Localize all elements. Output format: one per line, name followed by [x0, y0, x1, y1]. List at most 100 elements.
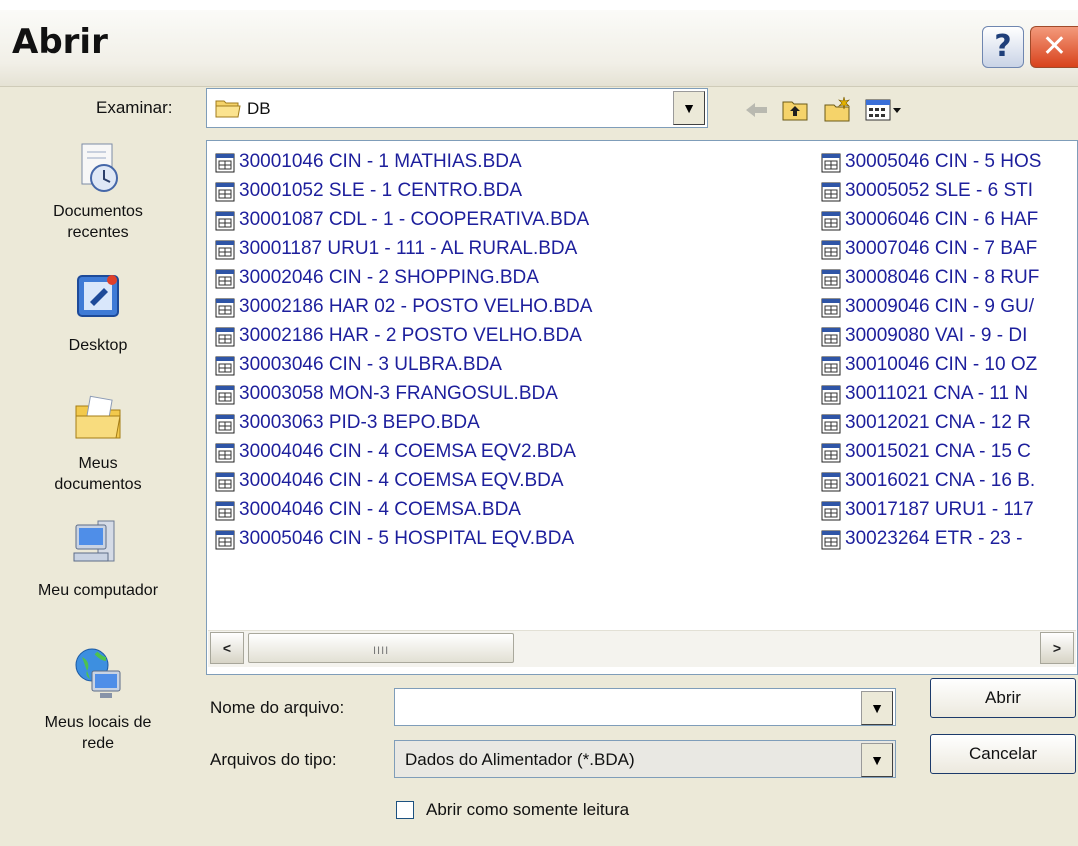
file-item[interactable]: 30003058 MON-3 FRANGOSUL.BDA	[207, 381, 807, 410]
bda-file-icon	[821, 240, 841, 265]
view-menu-icon[interactable]	[864, 96, 904, 124]
file-name: 30010046 CIN - 10 OZ	[845, 354, 1038, 375]
bda-file-icon	[821, 327, 841, 352]
place-label: Meu computador	[37, 582, 159, 599]
place-recent-documents[interactable]: Documentos recentes	[0, 140, 196, 243]
file-name: 30003046 CIN - 3 ULBRA.BDA	[239, 354, 502, 375]
place-my-documents[interactable]: Meus documentos	[0, 390, 196, 495]
filename-input[interactable]: ▼	[394, 688, 896, 726]
filetype-label: Arquivos do tipo:	[210, 750, 337, 769]
file-name: 30002186 HAR - 2 POSTO VELHO.BDA	[239, 325, 582, 346]
lookin-dropdown-button[interactable]: ▼	[673, 91, 705, 125]
bda-file-icon	[821, 356, 841, 381]
bda-file-icon	[821, 414, 841, 439]
bda-file-icon	[215, 211, 235, 236]
file-name: 30006046 CIN - 6 HAF	[845, 209, 1039, 230]
file-name: 30003063 PID-3 BEPO.BDA	[239, 412, 480, 433]
file-item[interactable]: 30002046 CIN - 2 SHOPPING.BDA	[207, 265, 807, 294]
file-item[interactable]: 30004046 CIN - 4 COEMSA EQV2.BDA	[207, 439, 807, 468]
file-item[interactable]: 30023264 ETR - 23 -	[813, 526, 1077, 555]
scroll-thumb[interactable]: IIII	[248, 633, 514, 663]
dialog-title: Abrir	[12, 22, 108, 62]
file-list[interactable]: 30001046 CIN - 1 MATHIAS.BDA 30001052 SLE…	[206, 140, 1078, 675]
file-item[interactable]: 30012021 CNA - 12 R	[813, 410, 1077, 439]
file-item[interactable]: 30006046 CIN - 6 HAF	[813, 207, 1077, 236]
readonly-label: Abrir como somente leitura	[426, 800, 630, 819]
help-button[interactable]: ?	[982, 26, 1024, 68]
bda-file-icon	[821, 211, 841, 236]
file-name: 30017187 URU1 - 117	[845, 499, 1034, 520]
file-item[interactable]: 30001087 CDL - 1 - COOPERATIVA.BDA	[207, 207, 807, 236]
scroll-right-button[interactable]: >	[1040, 632, 1074, 664]
filetype-dropdown-button[interactable]: ▼	[861, 743, 893, 777]
open-dialog: Abrir ? ✕ Examinar: DB ▼ Documentos rece…	[0, 10, 1078, 846]
file-item[interactable]: 30015021 CNA - 15 C	[813, 439, 1077, 468]
file-item[interactable]: 30001187 URU1 - 111 - AL RURAL.BDA	[207, 236, 807, 265]
place-label: Documentos	[53, 203, 143, 220]
scroll-left-button[interactable]: <	[210, 632, 244, 664]
file-name: 30005052 SLE - 6 STI	[845, 180, 1034, 201]
place-label: Desktop	[68, 337, 128, 354]
filetype-select[interactable]: Dados do Alimentador (*.BDA) ▼	[394, 740, 896, 778]
up-folder-icon[interactable]	[780, 96, 810, 124]
readonly-checkbox[interactable]	[396, 801, 414, 819]
file-name: 30001087 CDL - 1 - COOPERATIVA.BDA	[239, 209, 590, 230]
open-button[interactable]: Abrir	[930, 678, 1076, 718]
filename-dropdown-button[interactable]: ▼	[861, 691, 893, 725]
file-column-1: 30001046 CIN - 1 MATHIAS.BDA 30001052 SLE…	[207, 149, 807, 555]
bda-file-icon	[215, 153, 235, 178]
bda-file-icon	[821, 501, 841, 526]
scroll-grip: IIII	[373, 645, 390, 657]
lookin-combo[interactable]: DB ▼	[206, 88, 708, 128]
desktop-icon	[0, 270, 196, 331]
file-item[interactable]: 30016021 CNA - 16 B.	[813, 468, 1077, 497]
file-item[interactable]: 30004046 CIN - 4 COEMSA.BDA	[207, 497, 807, 526]
file-name: 30008046 CIN - 8 RUF	[845, 267, 1040, 288]
file-item[interactable]: 30011021 CNA - 11 N	[813, 381, 1077, 410]
file-name: 30009046 CIN - 9 GU/	[845, 296, 1035, 317]
place-label: Meus	[78, 455, 118, 472]
back-arrow-icon[interactable]	[742, 96, 772, 124]
file-name: 30016021 CNA - 16 B.	[845, 470, 1036, 491]
file-name: 30004046 CIN - 4 COEMSA.BDA	[239, 499, 521, 520]
lookin-label: Examinar:	[96, 98, 173, 117]
file-item[interactable]: 30009046 CIN - 9 GU/	[813, 294, 1077, 323]
file-item[interactable]: 30005046 CIN - 5 HOSPITAL EQV.BDA	[207, 526, 807, 555]
file-name: 30009080 VAI - 9 - DI	[845, 325, 1028, 346]
file-item[interactable]: 30004046 CIN - 4 COEMSA EQV.BDA	[207, 468, 807, 497]
place-desktop[interactable]: Desktop	[0, 270, 196, 356]
bda-file-icon	[215, 472, 235, 497]
file-item[interactable]: 30001052 SLE - 1 CENTRO.BDA	[207, 178, 807, 207]
file-name: 30023264 ETR - 23 -	[845, 528, 1023, 549]
file-item[interactable]: 30005052 SLE - 6 STI	[813, 178, 1077, 207]
file-name: 30012021 CNA - 12 R	[845, 412, 1031, 433]
place-my-computer[interactable]: Meu computador	[0, 515, 196, 601]
horizontal-scrollbar[interactable]: < IIII >	[208, 630, 1076, 667]
file-item[interactable]: 30017187 URU1 - 117	[813, 497, 1077, 526]
file-item[interactable]: 30010046 CIN - 10 OZ	[813, 352, 1077, 381]
new-folder-icon[interactable]	[822, 96, 852, 124]
bda-file-icon	[215, 269, 235, 294]
bda-file-icon	[215, 327, 235, 352]
cancel-button[interactable]: Cancelar	[930, 734, 1076, 774]
bda-file-icon	[821, 472, 841, 497]
file-item[interactable]: 30002186 HAR 02 - POSTO VELHO.BDA	[207, 294, 807, 323]
place-label: recentes	[67, 224, 129, 241]
place-label: documentos	[54, 476, 142, 493]
file-item[interactable]: 30001046 CIN - 1 MATHIAS.BDA	[207, 149, 807, 178]
file-item[interactable]: 30005046 CIN - 5 HOS	[813, 149, 1077, 178]
file-item[interactable]: 30003063 PID-3 BEPO.BDA	[207, 410, 807, 439]
file-name: 30002046 CIN - 2 SHOPPING.BDA	[239, 267, 539, 288]
file-item[interactable]: 30002186 HAR - 2 POSTO VELHO.BDA	[207, 323, 807, 352]
file-item[interactable]: 30007046 CIN - 7 BAF	[813, 236, 1077, 265]
place-network-places[interactable]: Meus locais de rede	[0, 645, 196, 754]
file-item[interactable]: 30008046 CIN - 8 RUF	[813, 265, 1077, 294]
bda-file-icon	[215, 414, 235, 439]
title-bar[interactable]: Abrir ? ✕	[0, 10, 1078, 87]
file-item[interactable]: 30003046 CIN - 3 ULBRA.BDA	[207, 352, 807, 381]
file-name: 30004046 CIN - 4 COEMSA EQV2.BDA	[239, 441, 576, 462]
bda-file-icon	[821, 443, 841, 468]
close-button[interactable]: ✕	[1030, 26, 1078, 68]
file-item[interactable]: 30009080 VAI - 9 - DI	[813, 323, 1077, 352]
my-computer-icon	[0, 515, 196, 576]
